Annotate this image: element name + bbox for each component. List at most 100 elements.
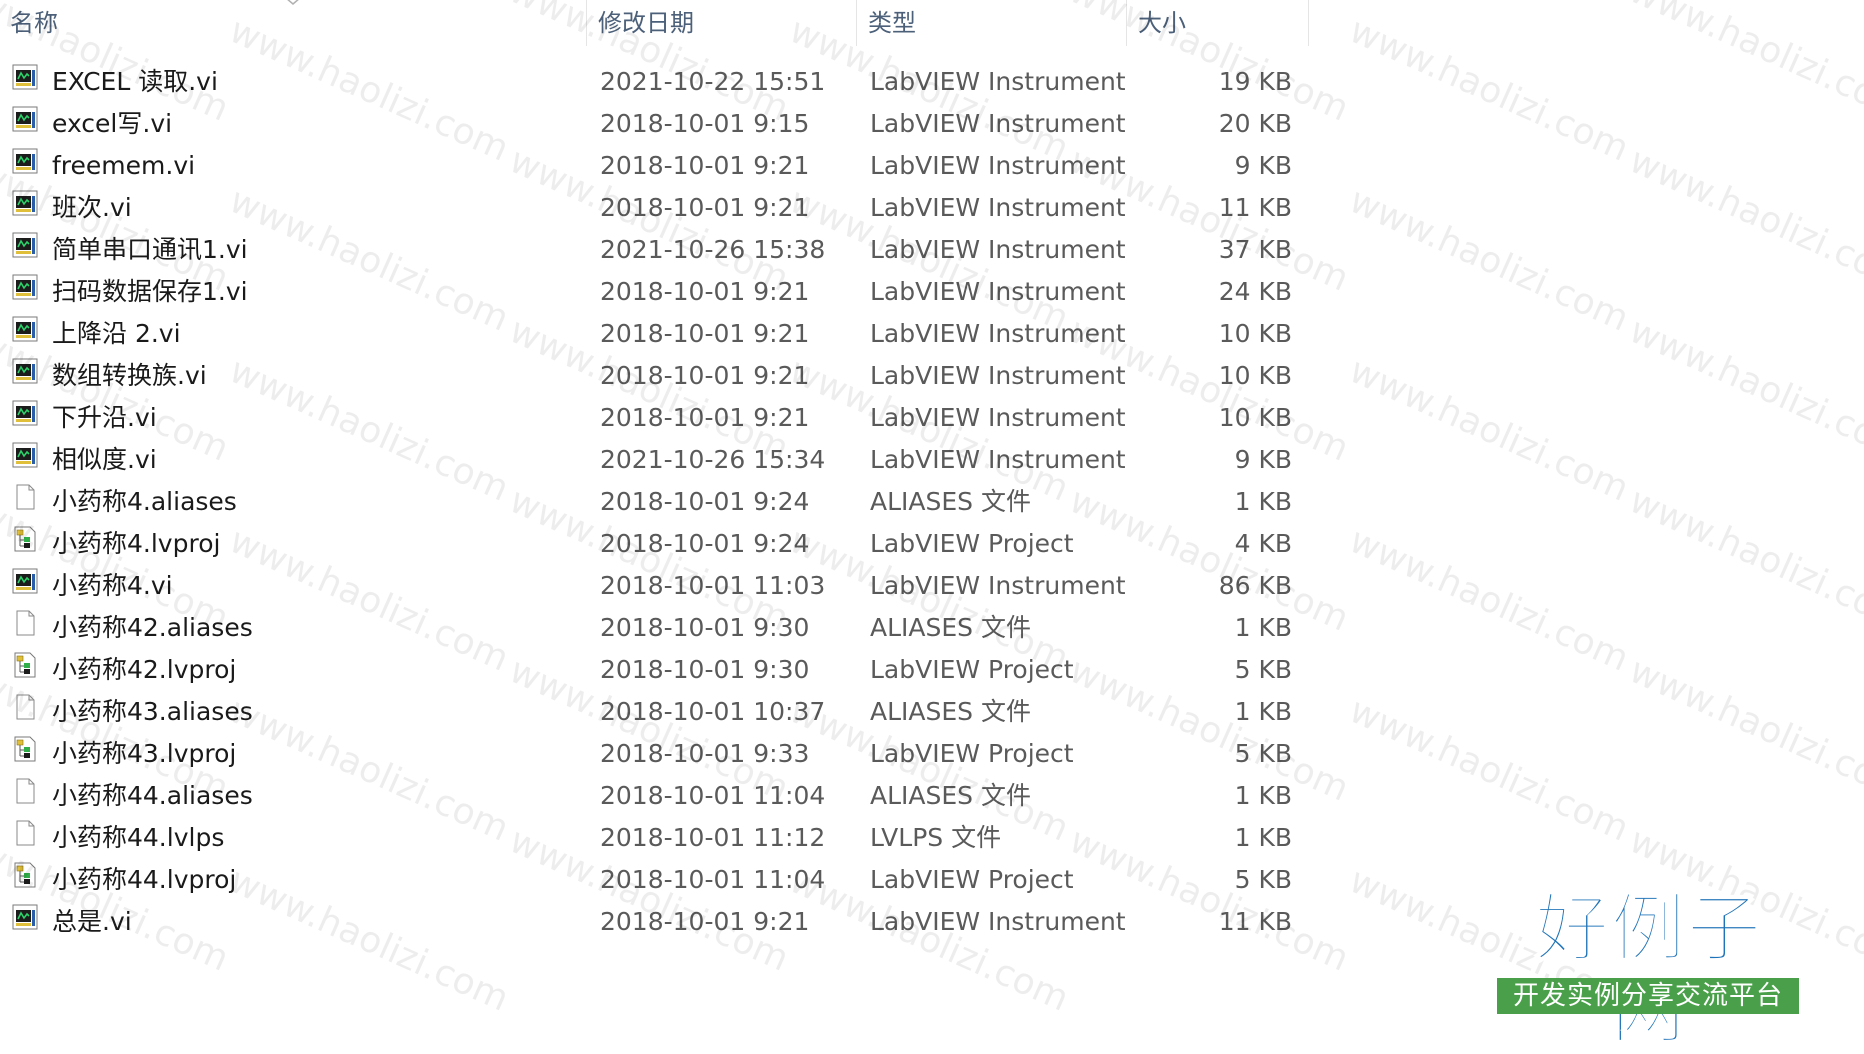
labview-vi-icon (12, 61, 38, 103)
file-size: 24 KB (1218, 277, 1292, 306)
file-list: EXCEL 读取.vi 2021-10-22 15:51 LabVIEW Instr… (0, 61, 1320, 943)
column-header-name-label: 名称 (10, 9, 58, 37)
file-size: 20 KB (1218, 109, 1292, 138)
file-name: freemem.vi (52, 151, 196, 180)
labview-vi-icon (12, 397, 38, 439)
logo-subtitle: 开发实例分享交流平台 (1497, 978, 1799, 1014)
file-row[interactable]: 数组转换族.vi 2018-10-01 9:21 LabVIEW Instrumen… (0, 355, 1320, 397)
file-row[interactable]: EXCEL 读取.vi 2021-10-22 15:51 LabVIEW Instr… (0, 61, 1320, 103)
file-type: LabVIEW Instrument (870, 907, 1126, 936)
file-row[interactable]: 上降沿 2.vi 2018-10-01 9:21 LabVIEW Instrumen… (0, 313, 1320, 355)
labview-vi-icon (12, 271, 38, 313)
file-name: 小药称42.aliases (52, 613, 253, 642)
column-header-type[interactable]: 类型 (858, 0, 1126, 46)
file-row[interactable]: excel写.vi 2018-10-01 9:15 LabVIEW Instrume… (0, 103, 1320, 145)
file-type: LabVIEW Instrument (870, 277, 1126, 306)
column-header-bar: 名称 修改日期 类型 大小 (0, 0, 1864, 46)
watermark-text: www.haolizi.com (1343, 180, 1635, 340)
file-size: 1 KB (1234, 781, 1292, 810)
file-row[interactable]: 总是.vi 2018-10-01 9:21 LabVIEW Instrument 11… (0, 901, 1320, 943)
file-modified-date: 2018-10-01 9:24 (600, 529, 810, 558)
file-row[interactable]: 小药称44.lvproj 2018-10-01 11:04 LabVIEW Proj… (0, 859, 1320, 901)
file-size: 1 KB (1234, 697, 1292, 726)
file-size: 4 KB (1234, 529, 1292, 558)
labview-vi-icon (12, 103, 38, 145)
file-size: 1 KB (1234, 823, 1292, 852)
file-size: 10 KB (1218, 361, 1292, 390)
blank-file-icon (12, 691, 38, 733)
labview-project-icon (12, 649, 38, 691)
file-name: 下升沿.vi (52, 403, 157, 432)
blank-file-icon (12, 817, 38, 859)
file-modified-date: 2018-10-01 9:21 (600, 319, 810, 348)
file-name: 扫码数据保存1.vi (52, 277, 248, 306)
file-type: LabVIEW Instrument (870, 319, 1126, 348)
file-modified-date: 2018-10-01 10:37 (600, 697, 826, 726)
file-modified-date: 2018-10-01 9:21 (600, 907, 810, 936)
labview-project-icon (12, 733, 38, 775)
file-row[interactable]: 下升沿.vi 2018-10-01 9:21 LabVIEW Instrument 1… (0, 397, 1320, 439)
watermark-text: www.haolizi.com (1623, 650, 1864, 810)
labview-project-icon (12, 523, 38, 565)
column-divider[interactable] (586, 0, 587, 46)
file-size: 37 KB (1218, 235, 1292, 264)
file-type: ALIASES 文件 (870, 487, 1031, 516)
file-type: LabVIEW Project (870, 865, 1074, 894)
file-name: 班次.vi (52, 193, 132, 222)
file-row[interactable]: 小药称44.lvlps 2018-10-01 11:12 LVLPS 文件 1 KB (0, 817, 1320, 859)
file-modified-date: 2018-10-01 9:21 (600, 361, 810, 390)
column-divider[interactable] (1308, 0, 1309, 46)
file-name: 小药称44.lvlps (52, 823, 225, 852)
labview-vi-icon (12, 313, 38, 355)
file-row[interactable]: 小药称44.aliases 2018-10-01 11:04 ALIASES 文件 1… (0, 775, 1320, 817)
file-row[interactable]: 小药称42.lvproj 2018-10-01 9:30 LabVIEW Proje… (0, 649, 1320, 691)
watermark-text: www.haolizi.com (1623, 310, 1864, 470)
file-modified-date: 2018-10-01 9:30 (600, 613, 810, 642)
file-type: LabVIEW Project (870, 655, 1074, 684)
file-modified-date: 2018-10-01 11:04 (600, 865, 826, 894)
labview-vi-icon (12, 145, 38, 187)
labview-project-icon (12, 859, 38, 901)
column-header-name[interactable]: 名称 (0, 0, 584, 46)
file-row[interactable]: 简单串口通讯1.vi 2021-10-26 15:38 LabVIEW Instru… (0, 229, 1320, 271)
column-divider[interactable] (1126, 0, 1127, 46)
file-modified-date: 2018-10-01 11:04 (600, 781, 826, 810)
file-row[interactable]: freemem.vi 2018-10-01 9:21 LabVIEW Instrum… (0, 145, 1320, 187)
file-size: 9 KB (1234, 445, 1292, 474)
column-header-size[interactable]: 大小 (1128, 0, 1308, 46)
watermark-text: www.haolizi.com (1343, 520, 1635, 680)
file-row[interactable]: 班次.vi 2018-10-01 9:21 LabVIEW Instrument 11… (0, 187, 1320, 229)
file-row[interactable]: 相似度.vi 2021-10-26 15:34 LabVIEW Instrument… (0, 439, 1320, 481)
column-divider[interactable] (856, 0, 857, 46)
file-name: 小药称44.aliases (52, 781, 253, 810)
file-modified-date: 2018-10-01 9:30 (600, 655, 810, 684)
file-row[interactable]: 小药称4.aliases 2018-10-01 9:24 ALIASES 文件 1 K… (0, 481, 1320, 523)
file-row[interactable]: 小药称43.aliases 2018-10-01 10:37 ALIASES 文件 1… (0, 691, 1320, 733)
file-size: 19 KB (1218, 67, 1292, 96)
column-header-size-label: 大小 (1138, 9, 1186, 37)
watermark-text: www.haolizi.com (1623, 140, 1864, 300)
file-type: LabVIEW Instrument (870, 67, 1126, 96)
file-name: 简单串口通讯1.vi (52, 235, 248, 264)
file-type: LabVIEW Instrument (870, 193, 1126, 222)
labview-vi-icon (12, 565, 38, 607)
file-modified-date: 2018-10-01 9:21 (600, 403, 810, 432)
column-header-date[interactable]: 修改日期 (588, 0, 856, 46)
file-name: 小药称4.lvproj (52, 529, 221, 558)
file-type: LabVIEW Instrument (870, 571, 1126, 600)
file-size: 5 KB (1234, 739, 1292, 768)
column-header-date-label: 修改日期 (598, 9, 694, 37)
file-row[interactable]: 小药称42.aliases 2018-10-01 9:30 ALIASES 文件 1 … (0, 607, 1320, 649)
labview-vi-icon (12, 439, 38, 481)
file-name: 小药称42.lvproj (52, 655, 237, 684)
watermark-text: www.haolizi.com (1623, 480, 1864, 640)
file-type: LabVIEW Project (870, 529, 1074, 558)
file-row[interactable]: 小药称43.lvproj 2018-10-01 9:33 LabVIEW Proje… (0, 733, 1320, 775)
file-size: 10 KB (1218, 403, 1292, 432)
file-size: 11 KB (1218, 907, 1292, 936)
file-row[interactable]: 小药称4.vi 2018-10-01 11:03 LabVIEW Instrumen… (0, 565, 1320, 607)
file-row[interactable]: 扫码数据保存1.vi 2018-10-01 9:21 LabVIEW Instrum… (0, 271, 1320, 313)
file-row[interactable]: 小药称4.lvproj 2018-10-01 9:24 LabVIEW Projec… (0, 523, 1320, 565)
file-name: 小药称44.lvproj (52, 865, 237, 894)
file-type: LabVIEW Instrument (870, 445, 1126, 474)
